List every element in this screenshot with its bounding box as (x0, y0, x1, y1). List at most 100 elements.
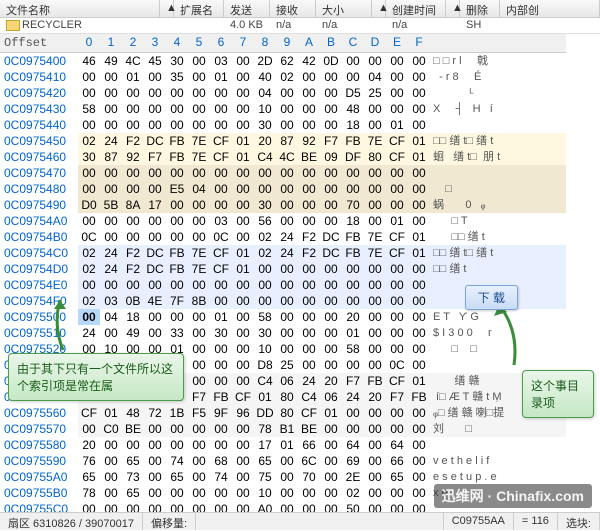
byte[interactable]: 00 (232, 421, 254, 437)
byte[interactable]: C4 (254, 149, 276, 165)
byte[interactable]: CF (232, 389, 254, 405)
byte[interactable]: DF (342, 149, 364, 165)
byte[interactable]: DC (320, 229, 342, 245)
byte[interactable]: 00 (100, 437, 122, 453)
hex-row[interactable]: 0C0975560CF0148721BF59F96DD80CF010000000… (0, 405, 566, 421)
byte[interactable]: 00 (100, 453, 122, 469)
byte[interactable]: 00 (342, 357, 364, 373)
byte[interactable]: 00 (276, 293, 298, 309)
hex-row[interactable]: 0C09754B00C00000000000C000224F2DCFB7ECF0… (0, 229, 566, 245)
byte[interactable]: FB (364, 373, 386, 389)
byte[interactable]: 24 (276, 245, 298, 261)
byte[interactable]: 00 (320, 309, 342, 325)
byte[interactable]: 66 (386, 453, 408, 469)
byte[interactable]: 00 (232, 469, 254, 485)
bytes[interactable]: 00000000000003005600000018000100 (78, 213, 430, 229)
byte[interactable]: 00 (342, 69, 364, 85)
hex-row[interactable]: 0C0975590760065007400680065006C006900660… (0, 453, 566, 469)
byte[interactable]: 24 (100, 245, 122, 261)
hex-row[interactable]: 0C097548000000000E5040000000000000000000… (0, 181, 566, 197)
byte[interactable]: CF (210, 245, 232, 261)
bytes[interactable]: 00C0BE000000000078B1BE0000000000 (78, 421, 430, 437)
byte[interactable]: 7E (364, 229, 386, 245)
byte[interactable]: 65 (122, 453, 144, 469)
byte[interactable]: 0C (386, 357, 408, 373)
hex-row[interactable]: 0C09754305800000000000000100000004800000… (0, 101, 566, 117)
byte[interactable]: 49 (100, 53, 122, 69)
byte[interactable]: 00 (276, 197, 298, 213)
byte[interactable]: 00 (232, 69, 254, 85)
byte[interactable]: 01 (386, 213, 408, 229)
byte[interactable]: 00 (232, 229, 254, 245)
byte[interactable]: 7F (166, 293, 188, 309)
byte[interactable]: 01 (254, 389, 276, 405)
byte[interactable]: 03 (100, 293, 122, 309)
byte[interactable]: 74 (210, 469, 232, 485)
hex-row[interactable]: 0C0975490D05B8A1700000000300000007000000… (0, 197, 566, 213)
byte[interactable]: 00 (210, 437, 232, 453)
byte[interactable]: 00 (166, 213, 188, 229)
byte[interactable]: 00 (232, 357, 254, 373)
byte[interactable]: 00 (188, 53, 210, 69)
byte[interactable]: CF (298, 405, 320, 421)
bytes[interactable]: D05B8A17000000003000000070000000 (78, 197, 430, 213)
byte[interactable]: 48 (342, 101, 364, 117)
byte[interactable]: 00 (232, 53, 254, 69)
byte[interactable]: 00 (166, 117, 188, 133)
byte[interactable]: 35 (166, 69, 188, 85)
byte[interactable]: 00 (188, 421, 210, 437)
byte[interactable]: 01 (232, 133, 254, 149)
byte[interactable]: 00 (100, 165, 122, 181)
byte[interactable]: BE (298, 421, 320, 437)
byte[interactable]: 00 (408, 197, 430, 213)
byte[interactable]: F2 (122, 245, 144, 261)
byte[interactable]: 00 (78, 309, 100, 325)
byte[interactable]: 00 (408, 357, 430, 373)
byte[interactable]: 00 (342, 277, 364, 293)
byte[interactable]: 65 (122, 485, 144, 501)
byte[interactable]: 74 (166, 453, 188, 469)
byte[interactable]: 00 (364, 341, 386, 357)
byte[interactable]: 00 (78, 117, 100, 133)
byte[interactable]: 00 (78, 165, 100, 181)
col-internal[interactable]: 内部创 (500, 0, 600, 17)
col-recv[interactable]: 接收 (270, 0, 316, 17)
byte[interactable]: 00 (364, 357, 386, 373)
byte[interactable]: 00 (364, 325, 386, 341)
byte[interactable]: 00 (122, 85, 144, 101)
byte[interactable]: C4 (298, 389, 320, 405)
byte[interactable]: 00 (254, 277, 276, 293)
byte[interactable]: 1B (166, 405, 188, 421)
byte[interactable]: 04 (100, 309, 122, 325)
byte[interactable]: 02 (254, 229, 276, 245)
byte[interactable]: 00 (188, 373, 210, 389)
byte[interactable]: 00 (298, 261, 320, 277)
byte[interactable]: 00 (364, 117, 386, 133)
byte[interactable]: FB (166, 133, 188, 149)
byte[interactable]: 00 (210, 373, 232, 389)
byte[interactable]: DC (144, 261, 166, 277)
byte[interactable]: 04 (188, 181, 210, 197)
byte[interactable]: 00 (144, 469, 166, 485)
byte[interactable]: D8 (254, 357, 276, 373)
byte[interactable]: 20 (320, 373, 342, 389)
byte[interactable]: 7E (364, 245, 386, 261)
download-button[interactable]: 下 载 (465, 285, 518, 310)
byte[interactable]: 00 (188, 341, 210, 357)
byte[interactable]: 65 (386, 469, 408, 485)
byte[interactable]: F2 (122, 133, 144, 149)
byte[interactable]: F7 (342, 373, 364, 389)
byte[interactable]: 01 (342, 325, 364, 341)
byte[interactable]: 00 (100, 229, 122, 245)
byte[interactable]: CF (210, 261, 232, 277)
byte[interactable]: 00 (386, 309, 408, 325)
byte[interactable]: 02 (78, 245, 100, 261)
byte[interactable]: 01 (320, 405, 342, 421)
byte[interactable]: 00 (320, 85, 342, 101)
byte[interactable]: 30 (254, 117, 276, 133)
byte[interactable]: CF (386, 133, 408, 149)
byte[interactable]: 00 (122, 117, 144, 133)
byte[interactable]: 00 (232, 117, 254, 133)
byte[interactable]: 18 (342, 117, 364, 133)
bytes[interactable]: 02030B4E7F8B00000000000000000000 (78, 293, 430, 309)
